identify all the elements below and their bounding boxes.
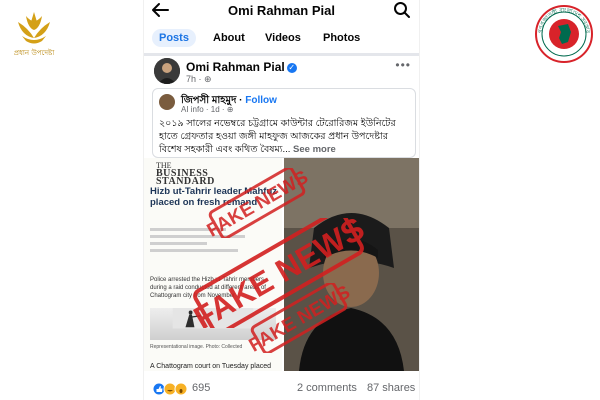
news-screenshot-image: THE BUSINESS STANDARD Hizb ut-Tahrir lea…: [144, 158, 282, 371]
avatar[interactable]: [154, 58, 180, 84]
more-options-icon[interactable]: •••: [395, 58, 411, 72]
tab-videos[interactable]: Videos: [258, 29, 308, 47]
reaction-icons[interactable]: [152, 382, 190, 396]
news-court-line: A Chattogram court on Tuesday placed: [150, 363, 272, 370]
comments-count-link[interactable]: 2 comments: [297, 382, 357, 394]
facebook-page-screenshot: Omi Rahman Pial Posts About Videos Photo…: [143, 0, 420, 400]
search-icon[interactable]: [393, 1, 411, 19]
person-photo-drawing: [284, 158, 419, 371]
shared-post-text: ২০১৯ সালের নভেম্বরে চট্টগ্রামে কাউন্টার …: [159, 117, 411, 156]
news-headline: Hizb ut-Tahrir leader Mahfuz placed on f…: [150, 186, 278, 208]
chief-adviser-emblem: প্রধান উপদেষ্টা: [14, 12, 55, 57]
section-divider: [144, 53, 419, 56]
shared-author-avatar[interactable]: [159, 94, 175, 110]
see-more-link[interactable]: See more: [290, 144, 336, 155]
news-byline-placeholder: [150, 228, 276, 256]
follow-button[interactable]: Follow: [245, 95, 277, 106]
shared-post-meta: AI info · 1d · ⊕: [181, 105, 234, 114]
post-media[interactable]: THE BUSINESS STANDARD Hizb ut-Tahrir lea…: [144, 158, 419, 373]
verified-badge-icon: ✓: [286, 63, 297, 73]
shared-post-card[interactable]: জিপসী মাহমুদ · Follow AI info · 1d · ⊕ ২…: [152, 88, 416, 158]
bangladesh-government-emblem: গণপ্রজাতন্ত্রী বাংলাদেশ সরকার: [535, 5, 593, 63]
tab-posts[interactable]: Posts: [152, 29, 196, 47]
separator-dot: ·: [236, 95, 246, 106]
news-body: Police arrested the Hizb ut-Tahrir membe…: [150, 277, 266, 299]
top-bar: Omi Rahman Pial: [144, 0, 419, 22]
haha-reaction-icon: [163, 382, 177, 396]
page-title: Omi Rahman Pial: [228, 3, 335, 18]
news-illustration: [150, 308, 276, 340]
avatar-image: [154, 58, 180, 84]
tab-photos[interactable]: Photos: [316, 29, 367, 47]
post-author[interactable]: Omi Rahman Pial ✓: [186, 60, 297, 74]
reactions-bar: 695 2 comments 87 shares: [144, 378, 419, 400]
post-author-name: Omi Rahman Pial: [186, 60, 285, 74]
left-emblem-text: প্রধান উপদেষ্টা: [14, 48, 55, 57]
post-timestamp[interactable]: 7h · ⊕: [186, 74, 212, 85]
news-image-caption: Representational image. Photo: Collected: [150, 344, 243, 350]
reaction-count[interactable]: 695: [192, 382, 210, 394]
post-header: Omi Rahman Pial ✓ 7h · ⊕ •••: [144, 58, 419, 88]
newspaper-logo-line2: STANDARD: [156, 176, 215, 187]
shared-post-body: ২০১৯ সালের নভেম্বরে চট্টগ্রামে কাউন্টার …: [159, 118, 396, 155]
newspaper-logo: THE BUSINESS STANDARD: [156, 162, 215, 187]
shares-count-link[interactable]: 87 shares: [367, 382, 415, 394]
person-photo: [284, 158, 419, 371]
profile-tabs: Posts About Videos Photos: [144, 26, 419, 50]
tab-about[interactable]: About: [206, 29, 252, 47]
